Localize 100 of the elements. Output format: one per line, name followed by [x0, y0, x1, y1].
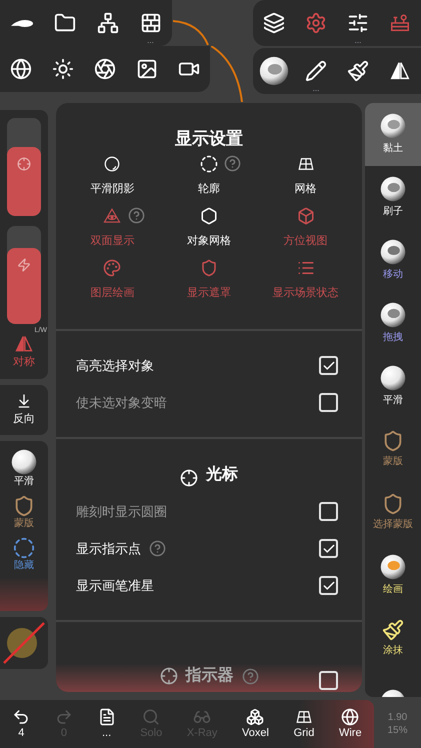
section-title: 指示器: [186, 666, 234, 686]
material-preview[interactable]: [0, 617, 48, 669]
tool-label: 刷子: [383, 205, 403, 219]
display-toggle[interactable]: 双面显示: [64, 207, 161, 249]
display-toggle[interactable]: 方位视图: [257, 207, 354, 249]
tool-button[interactable]: 黏土: [365, 103, 421, 166]
cube-icon: [296, 207, 315, 225]
option-label: 使未选对象变暗: [76, 394, 167, 412]
more-indicator: ...: [312, 85, 320, 93]
check-icon: [322, 358, 336, 372]
stat-value: 15%: [387, 724, 408, 737]
option-label: 雕刻时显示圆圈: [76, 502, 167, 521]
toolbar-button[interactable]: ...: [337, 0, 379, 46]
check-icon: [322, 542, 336, 556]
bricks-icon: [140, 12, 162, 34]
check-icon: [322, 578, 336, 592]
bottom-bar-button[interactable]: Grid: [294, 708, 314, 740]
undo-icon: [12, 708, 30, 726]
display-toggle[interactable]: 显示遮罩: [160, 259, 258, 301]
more-indicator: ...: [147, 37, 154, 45]
tool-button[interactable]: 移动: [365, 229, 421, 292]
display-toggle[interactable]: 对象网格: [160, 207, 258, 249]
mirror-icon: [14, 334, 34, 354]
arrow-down-icon: [16, 392, 32, 408]
tool-button[interactable]: 平滑: [11, 449, 37, 489]
tool-button[interactable]: 平滑: [365, 355, 421, 418]
symmetry-button[interactable]: 对称: [13, 334, 35, 370]
slider-track[interactable]: [7, 118, 41, 216]
wire-sphere-icon: [341, 708, 360, 726]
tool-button[interactable]: 蒙版: [365, 418, 421, 481]
option-label: 显示指示点: [76, 540, 141, 558]
image-icon: [136, 58, 158, 80]
bottom-bar-button[interactable]: ...: [98, 708, 116, 740]
glasses-icon: [193, 708, 212, 726]
sphere-icon: [380, 113, 406, 139]
sliders-icon: [347, 12, 369, 34]
settings-icon: [305, 12, 327, 34]
tool-label: 蒙版: [383, 454, 403, 469]
tool-button[interactable]: 绘画: [365, 544, 421, 607]
checkbox[interactable]: [319, 539, 338, 558]
grid-plane-icon: [296, 155, 315, 173]
invert-button[interactable]: 反向: [0, 384, 48, 435]
shield-icon: [382, 493, 404, 515]
tool-button[interactable]: 蒙版: [13, 495, 35, 531]
shield-icon: [382, 430, 404, 452]
shield-icon: [200, 259, 218, 277]
sphere-icon: [380, 554, 406, 580]
display-toggle[interactable]: 网格: [257, 155, 354, 197]
tool-button[interactable]: 涂抹: [365, 607, 421, 670]
tool-button[interactable]: 拖拽: [365, 292, 421, 355]
material-ball-icon: [259, 56, 289, 86]
slider-track[interactable]: [7, 226, 41, 324]
sphere-icon: [380, 365, 406, 391]
tool-button[interactable]: 选择蒙版: [365, 481, 421, 544]
paintbrush-icon: [347, 60, 369, 82]
tool-label: 涂抹: [383, 644, 403, 658]
tool-label: 黏土: [383, 142, 403, 156]
palette-icon: [103, 259, 122, 277]
tool-button[interactable]: 隐藏: [13, 537, 35, 573]
option-label: 高亮选择对象: [76, 356, 154, 375]
bottom-bar-button[interactable]: 4: [12, 708, 30, 740]
toolbar-button[interactable]: ...: [295, 48, 337, 94]
bottom-bar-button[interactable]: Wire: [338, 708, 362, 740]
aperture-icon: [94, 58, 116, 80]
tool-label: 选择蒙版: [373, 518, 413, 532]
node-graph-icon: [96, 12, 118, 34]
sphere-icon: [380, 176, 406, 202]
checkbox[interactable]: [319, 576, 338, 595]
checkbox[interactable]: [319, 356, 338, 375]
crosshair-icon: [180, 469, 198, 487]
layers-icon: [263, 12, 285, 34]
display-toggle[interactable]: 轮廓: [160, 155, 258, 197]
bottom-bar-button[interactable]: Voxel: [242, 708, 269, 740]
tool-label: 移动: [383, 268, 403, 282]
eye-triangle-icon: [103, 207, 122, 225]
pencil-icon: [305, 60, 327, 82]
shield-icon: [13, 495, 35, 517]
document-icon: [98, 708, 116, 726]
smooth-circle-icon: [103, 155, 122, 173]
crumpled-ball-icon: [11, 449, 37, 475]
redo-icon: [54, 708, 73, 726]
toolbar-button[interactable]: ...: [133, 0, 168, 46]
toolbox-icon: [389, 12, 411, 34]
brush-icon: [382, 619, 404, 641]
grid-plane-icon: [294, 708, 313, 726]
display-toggle[interactable]: 图层绘画: [64, 259, 161, 301]
section-title: 光标: [206, 464, 238, 485]
display-toggle[interactable]: 显示场景状态: [257, 259, 354, 301]
display-toggle[interactable]: 平滑阴影: [64, 155, 161, 197]
crossed-ball-icon: [2, 621, 46, 665]
list-icon: [296, 259, 315, 277]
folder-icon: [54, 12, 76, 34]
tool-button[interactable]: 刷子: [365, 166, 421, 229]
checkbox[interactable]: [319, 393, 338, 412]
checkbox[interactable]: [319, 502, 338, 521]
tool-label: 绘画: [383, 583, 403, 597]
arc-segment-drawing: [173, 20, 209, 46]
stat-value: 1.90: [388, 711, 408, 724]
more-indicator: ...: [354, 37, 362, 45]
checkbox[interactable]: [319, 671, 338, 690]
